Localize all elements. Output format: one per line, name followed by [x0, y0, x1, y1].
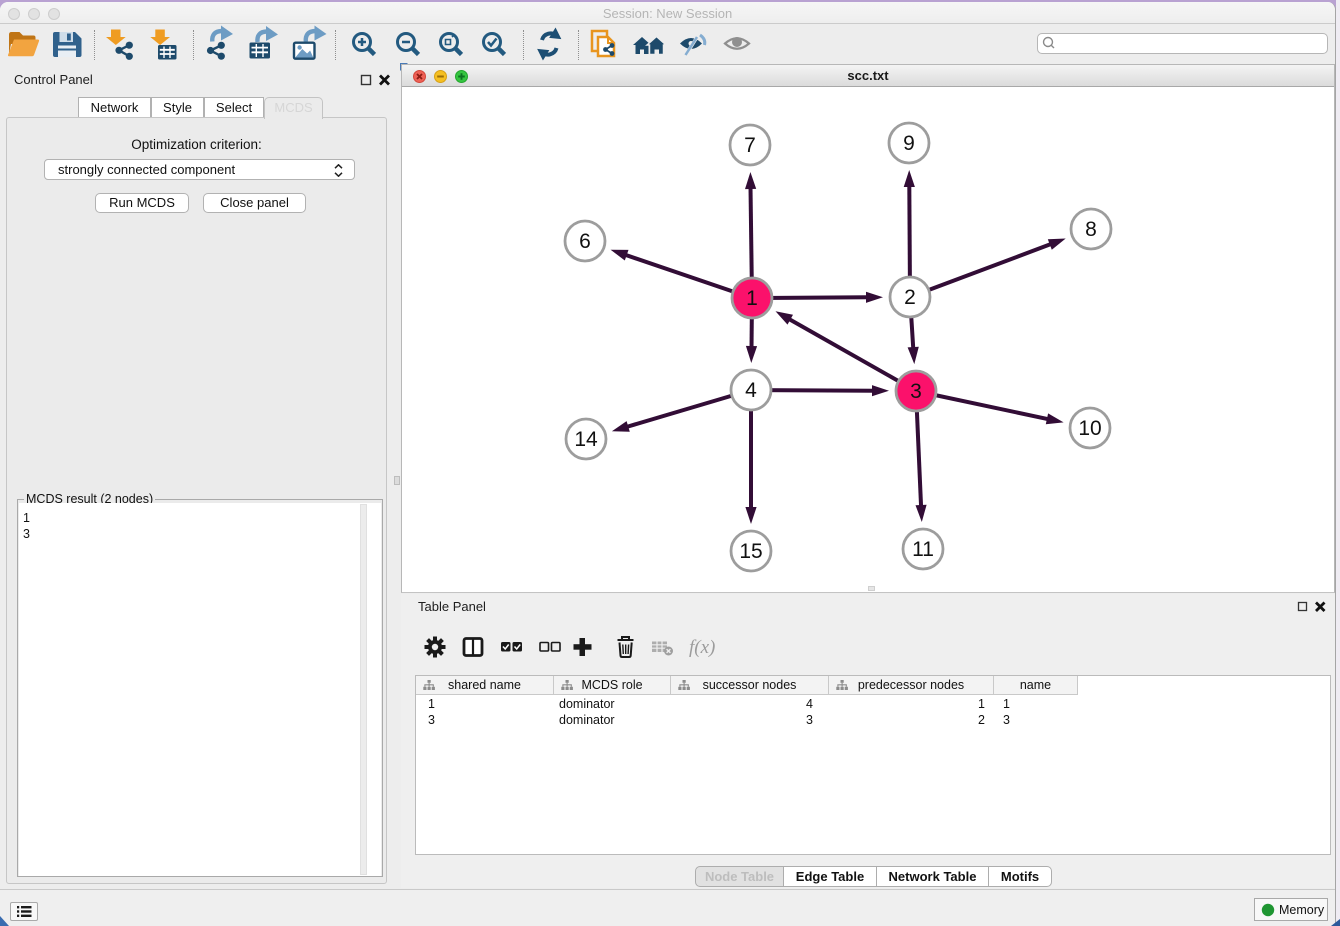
svg-text:7: 7 [744, 134, 756, 157]
svg-text:1: 1 [746, 287, 758, 310]
svg-text:f(x): f(x) [689, 637, 715, 658]
svg-text:3: 3 [910, 380, 922, 403]
svg-text:8: 8 [1085, 218, 1097, 241]
svg-text:6: 6 [579, 230, 591, 253]
svg-text:11: 11 [912, 538, 934, 561]
svg-text:2: 2 [904, 286, 916, 309]
svg-text:4: 4 [745, 379, 757, 402]
svg-text:10: 10 [1078, 417, 1101, 440]
svg-text:14: 14 [574, 428, 598, 451]
svg-text:15: 15 [739, 540, 762, 563]
svg-text:9: 9 [903, 132, 915, 155]
